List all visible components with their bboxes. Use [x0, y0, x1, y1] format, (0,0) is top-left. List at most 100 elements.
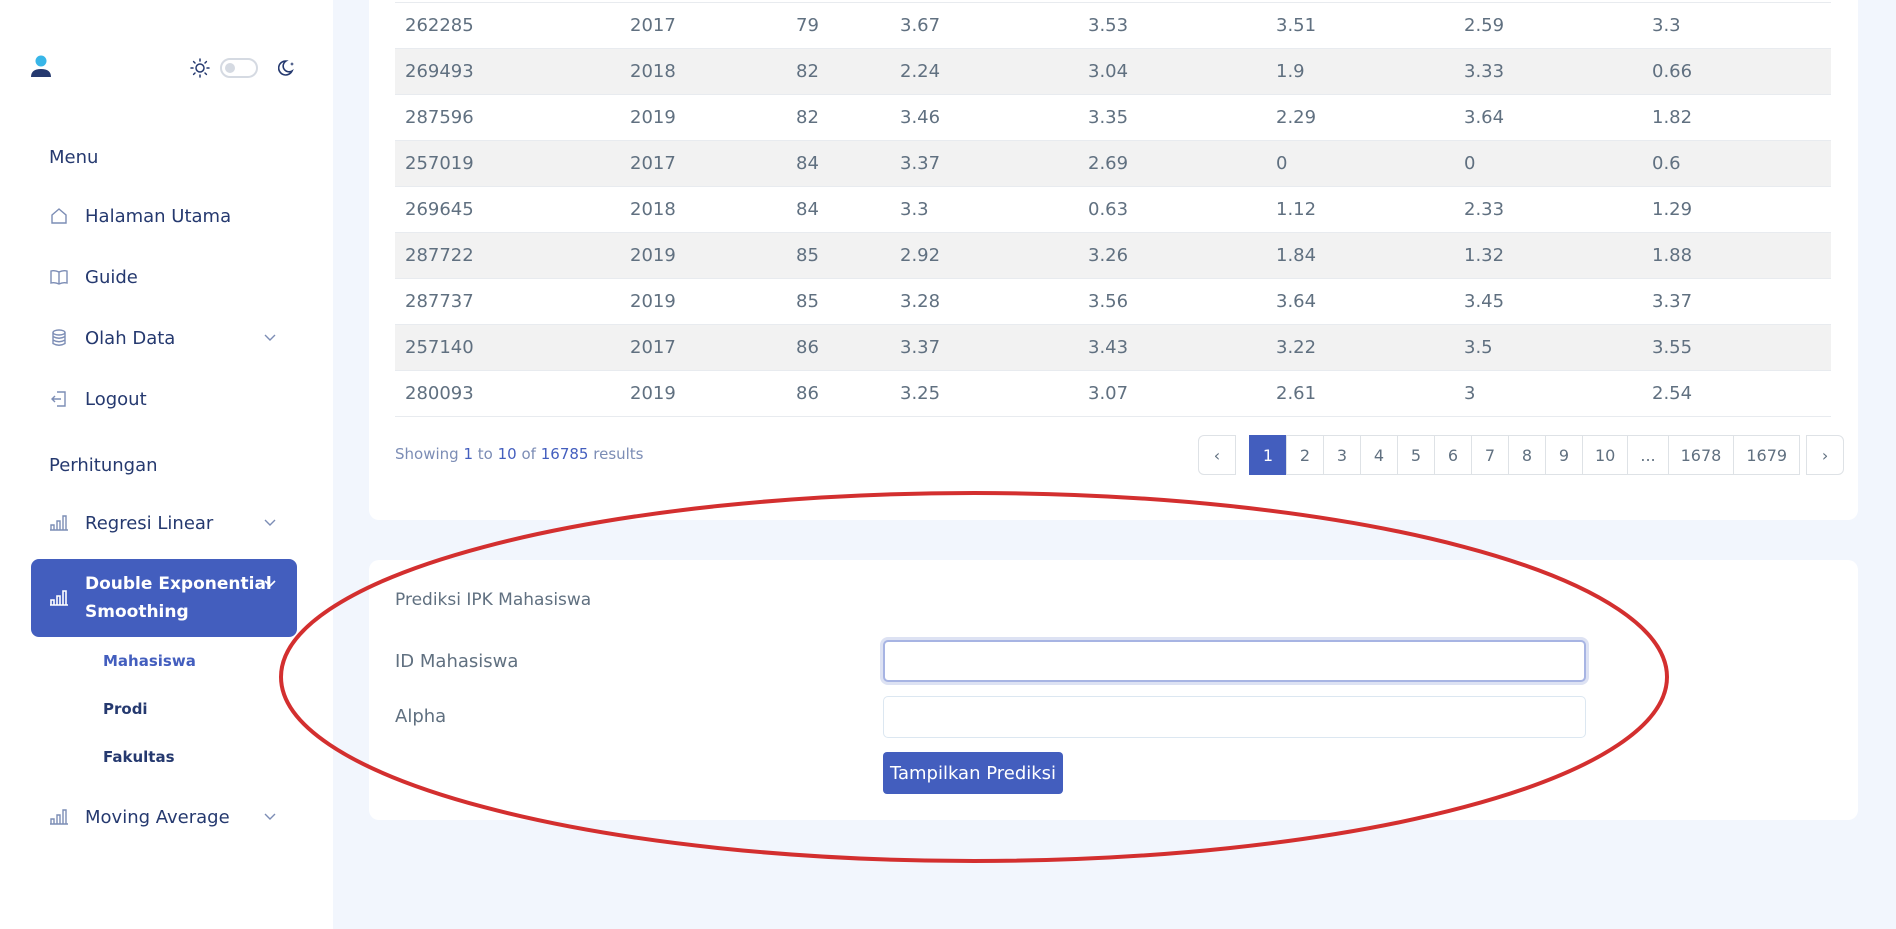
table-cell: 2019 — [630, 383, 676, 404]
table-cell: 1.9 — [1276, 61, 1305, 82]
table-cell: 2.24 — [900, 61, 941, 82]
results-of-word: of — [521, 445, 536, 463]
id-mahasiswa-input[interactable] — [883, 640, 1586, 682]
table-cell: 3.67 — [900, 15, 941, 36]
table-cell: 1.32 — [1464, 245, 1505, 266]
chevron-down-icon — [264, 334, 276, 341]
page-button[interactable]: 8 — [1508, 435, 1546, 475]
table-cell: 3.5 — [1464, 337, 1493, 358]
page-button[interactable]: 1 — [1249, 435, 1287, 475]
submenu-item-prodi[interactable]: Prodi — [103, 700, 148, 718]
table-cell: 3.55 — [1652, 337, 1693, 358]
sidebar-header — [30, 52, 300, 82]
table-row: 280093 2019 86 3.25 3.07 2.61 3 2.54 — [395, 370, 1831, 417]
bar-chart-icon — [50, 515, 68, 531]
sidebar-item-regresi-linear[interactable]: Regresi Linear — [31, 500, 297, 546]
page-button[interactable]: 10 — [1582, 435, 1629, 475]
table-cell: 3 — [1464, 383, 1476, 404]
next-page-button[interactable]: › — [1806, 435, 1845, 475]
table-cell: 0.6 — [1652, 153, 1681, 174]
page-button[interactable]: 7 — [1471, 435, 1509, 475]
results-to-word: to — [477, 445, 493, 463]
sidebar-item-guide[interactable]: Guide — [31, 254, 297, 300]
tampilkan-prediksi-button[interactable]: Tampilkan Prediksi — [883, 752, 1063, 794]
table-cell: 3.56 — [1088, 291, 1129, 312]
theme-toggle[interactable] — [190, 56, 300, 80]
sidebar-item-logout[interactable]: Logout — [31, 376, 297, 422]
table-cell: 2017 — [630, 337, 676, 358]
database-icon — [52, 329, 66, 346]
book-icon — [50, 269, 68, 285]
table-cell: 3.37 — [1652, 291, 1693, 312]
results-to: 10 — [497, 445, 517, 463]
table-cell: 3.26 — [1088, 245, 1129, 266]
page-button[interactable]: 3 — [1323, 435, 1361, 475]
table-cell: 85 — [796, 245, 819, 266]
chevron-down-icon — [264, 519, 276, 526]
table-cell: 2019 — [630, 291, 676, 312]
page-button[interactable]: 4 — [1360, 435, 1398, 475]
table-cell: 0.63 — [1088, 199, 1129, 220]
table-cell: 262285 — [405, 15, 474, 36]
page-button[interactable]: 9 — [1545, 435, 1583, 475]
alpha-input[interactable] — [883, 696, 1586, 738]
table-cell: 3.3 — [1652, 15, 1681, 36]
sidebar-item-label: Double Exponential Smoothing — [85, 570, 272, 626]
sidebar-item-label: Regresi Linear — [85, 512, 214, 534]
sidebar-item-label: Moving Average — [85, 806, 230, 828]
home-icon — [51, 208, 67, 224]
page-button[interactable]: 5 — [1397, 435, 1435, 475]
chevron-down-icon — [264, 813, 276, 820]
results-suffix: results — [593, 445, 644, 463]
results-from: 1 — [463, 445, 473, 463]
table-row: 287737 2019 85 3.28 3.56 3.64 3.45 3.37 — [395, 278, 1831, 325]
table-cell: 3.25 — [900, 383, 941, 404]
table-cell: 280093 — [405, 383, 474, 404]
prev-page-button[interactable]: ‹ — [1198, 435, 1236, 475]
page-button[interactable]: 1678 — [1667, 435, 1735, 475]
table-cell: 3.28 — [900, 291, 941, 312]
sidebar-item-moving-average[interactable]: Moving Average — [31, 794, 297, 840]
page-button[interactable]: 2 — [1286, 435, 1324, 475]
results-total: 16785 — [540, 445, 589, 463]
submenu-item-fakultas[interactable]: Fakultas — [103, 748, 175, 766]
table-cell: 85 — [796, 291, 819, 312]
data-table-card: 262285 2017 79 3.67 3.53 3.51 2.59 3.3 269493 201… — [369, 0, 1858, 520]
table-cell: 3.22 — [1276, 337, 1317, 358]
sidebar-item-label: Olah Data — [85, 327, 176, 349]
table-cell: 1.84 — [1276, 245, 1317, 266]
table-cell: 2017 — [630, 15, 676, 36]
table-cell: 2.29 — [1276, 107, 1317, 128]
table-cell: 269645 — [405, 199, 474, 220]
page-button[interactable]: ... — [1627, 435, 1669, 475]
table-cell: 2.54 — [1652, 383, 1693, 404]
prediction-form-card: Prediksi IPK Mahasiswa ID Mahasiswa Alph… — [369, 560, 1858, 820]
user-icon[interactable] — [30, 54, 52, 80]
results-info: Showing 1 to 10 of 16785 results — [395, 445, 644, 463]
submenu-item-mahasiswa[interactable]: Mahasiswa — [103, 652, 196, 670]
sidebar-item-label: Logout — [85, 388, 147, 410]
table-cell: 82 — [796, 61, 819, 82]
sidebar-item-double-exponential-smoothing[interactable]: Double Exponential Smoothing — [31, 559, 297, 637]
table-cell: 3.43 — [1088, 337, 1129, 358]
sidebar-item-label-line1: Double Exponential — [85, 574, 272, 594]
table-row: 287722 2019 85 2.92 3.26 1.84 1.32 1.88 — [395, 232, 1831, 279]
chevron-down-icon — [264, 580, 276, 588]
table-cell: 1.12 — [1276, 199, 1317, 220]
sidebar-item-label: Halaman Utama — [85, 205, 232, 227]
table-cell: 3.64 — [1276, 291, 1317, 312]
sidebar-item-olah-data[interactable]: Olah Data — [31, 315, 297, 361]
table-cell: 3.3 — [900, 199, 929, 220]
table-row: 269493 2018 82 2.24 3.04 1.9 3.33 0.66 — [395, 48, 1831, 95]
table-cell: 86 — [796, 383, 819, 404]
table-cell: 3.33 — [1464, 61, 1505, 82]
logout-icon — [51, 391, 66, 407]
perhitungan-section-title: Perhitungan — [49, 455, 158, 476]
sidebar-item-halaman-utama[interactable]: Halaman Utama — [31, 193, 297, 239]
page-button[interactable]: 1679 — [1733, 435, 1801, 475]
table-row: 262285 2017 79 3.67 3.53 3.51 2.59 3.3 — [395, 2, 1831, 49]
table-cell: 2018 — [630, 61, 676, 82]
table-cell: 2019 — [630, 107, 676, 128]
page-button[interactable]: 6 — [1434, 435, 1472, 475]
theme-switch[interactable] — [220, 58, 258, 78]
